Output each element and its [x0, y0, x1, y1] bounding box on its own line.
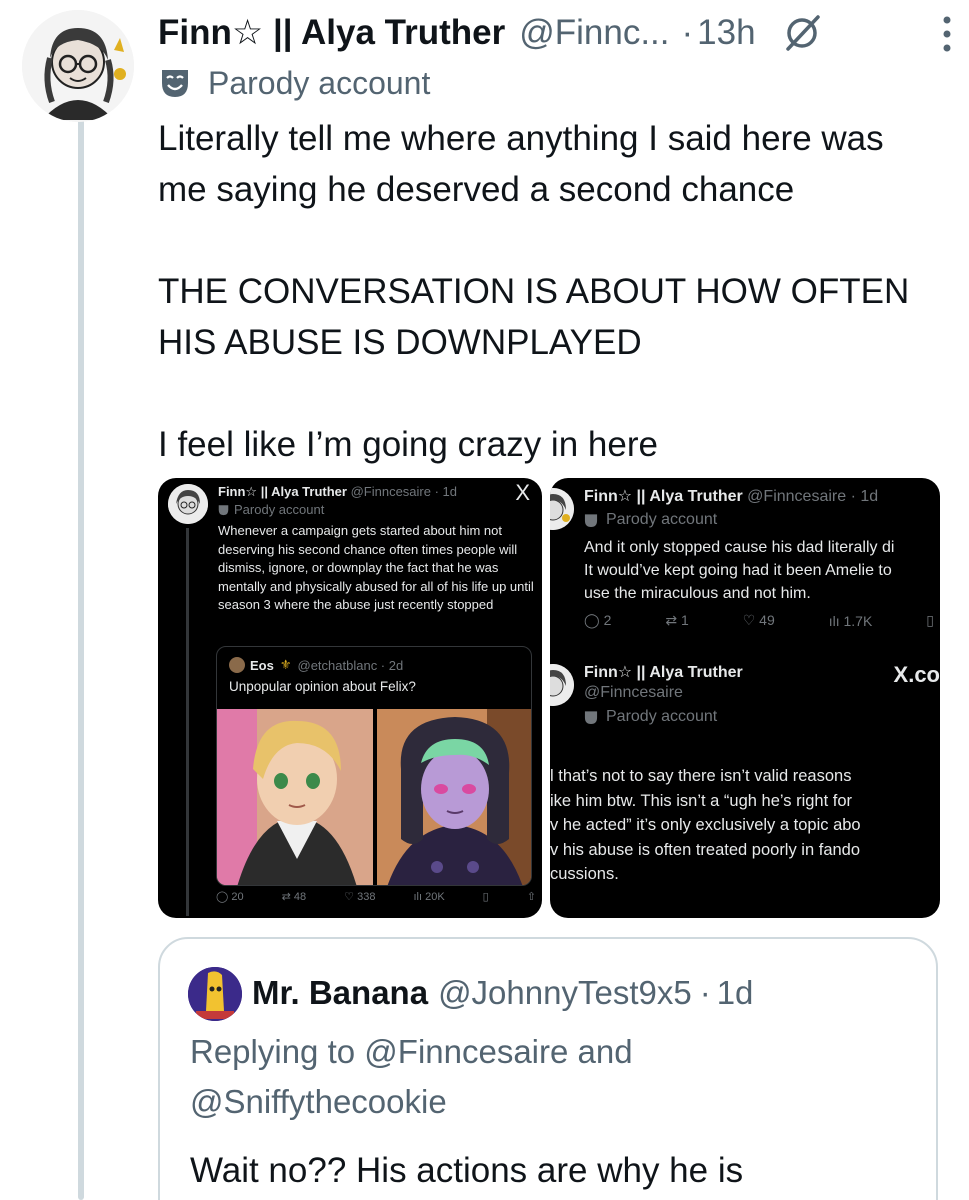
separator-dot: ·	[681, 13, 694, 52]
reply-count: 20	[231, 891, 244, 903]
and-word: and	[577, 1033, 633, 1070]
embedded-avatar	[168, 484, 208, 524]
embedded-parody-icon-2	[584, 710, 598, 724]
embedded-action-bar: ◯ 20 ⇄ 48 ♡ 338 ılı 20K ▯ ⇧	[216, 890, 536, 904]
embedded-quote-card: Eos ⚜ @etchatblanc · 2d Unpopular opinio…	[216, 646, 532, 886]
embedded-parody-icon	[218, 504, 229, 515]
quoted-tweet-card[interactable]: Mr. Banana @JohnnyTest9x5 · 1d Replying …	[158, 937, 938, 1200]
views-count: 20K	[425, 890, 445, 903]
share-icon: ⇧	[526, 891, 536, 903]
reply-icon: ◯	[584, 612, 600, 628]
mention-sniffythecookie[interactable]: @Sniffythecookie	[190, 1083, 447, 1120]
quoted-handle-time: @etchatblanc · 2d	[297, 657, 404, 673]
parody-label-row: Parody account	[160, 62, 430, 104]
repost-count: 48	[293, 891, 307, 903]
parody-mask-icon	[162, 70, 188, 97]
like-count: 338	[357, 891, 376, 903]
avatar[interactable]	[22, 10, 134, 122]
quoted-image-right	[377, 709, 531, 885]
quote-text: Wait no?? His actions are why he is	[190, 1151, 744, 1190]
embedded-handle-time: @Finncesaire · 1d	[747, 488, 879, 505]
fleur-icon: ⚜	[279, 657, 292, 672]
x-logo-icon: X	[515, 480, 530, 505]
quote-avatar	[188, 967, 242, 1021]
mention-finncesaire[interactable]: @Finncesaire	[364, 1033, 568, 1070]
quoted-image-left	[217, 709, 373, 885]
embedded-thread-line	[186, 528, 189, 916]
media-image-left[interactable]: Finn☆ || Alya Truther @Finncesaire · 1d …	[158, 478, 542, 918]
display-name[interactable]: Finn☆ || Alya Truther	[158, 13, 505, 53]
repost-icon: ⇄	[665, 612, 678, 628]
quote-header: Mr. Banana @JohnnyTest9x5 · 1d	[252, 969, 753, 1017]
tweet-text: Literally tell me where anything I said …	[158, 113, 958, 470]
parody-label: Parody account	[208, 64, 431, 101]
quoted-avatar	[229, 657, 245, 673]
tweet-header: Finn☆ || Alya Truther @Finnc... · 13h	[158, 8, 949, 58]
embedded-handle-time: @Finncesaire · 1d	[350, 484, 457, 499]
embedded-parody-label-2: Parody account	[606, 708, 718, 725]
embedded-tweet-text: And it only stopped cause his dad litera…	[584, 539, 895, 602]
replying-prefix: Replying to	[190, 1033, 356, 1070]
embedded-action-bar: ◯ 2 ⇄ 1 ♡ 49 ılı 1.7K ▯	[584, 612, 934, 629]
views-count: 1.7K	[843, 612, 873, 629]
quote-display-name[interactable]: Mr. Banana	[252, 974, 428, 1012]
quote-time: 1d	[716, 974, 754, 1011]
like-icon: ♡	[344, 891, 355, 903]
grok-icon[interactable]	[782, 13, 822, 53]
embedded-parody-label: Parody account	[234, 502, 325, 517]
tweet-paragraph-2: THE CONVERSATION IS ABOUT HOW OFTEN HIS …	[158, 272, 920, 362]
embedded-parody-label: Parody account	[606, 511, 718, 528]
embedded-tweet-text: Whenever a campaign gets started about h…	[218, 523, 534, 612]
more-icon[interactable]	[941, 14, 953, 54]
embedded-tweet-text-2: l that’s not to say there isn’t valid re…	[550, 767, 861, 883]
embedded-avatar	[550, 488, 574, 530]
embedded-display-name-2: Finn☆ || Alya Truther	[584, 664, 743, 681]
bookmark-icon: ▯	[482, 891, 489, 903]
x-watermark: X.co	[893, 662, 940, 687]
bookmark-icon: ▯	[926, 612, 934, 628]
timestamp[interactable]: 13h	[697, 13, 755, 53]
embedded-display-name: Finn☆ || Alya Truther	[584, 488, 743, 505]
embedded-parody-icon	[584, 513, 598, 527]
quoted-text: Unpopular opinion about Felix?	[229, 679, 416, 694]
tweet-paragraph-1: Literally tell me where anything I said …	[158, 119, 894, 209]
quoted-display-name: Eos	[250, 657, 274, 673]
views-icon: ılı	[413, 890, 423, 903]
handle[interactable]: @Finnc...	[519, 13, 669, 53]
like-count: 49	[759, 612, 775, 628]
replying-to: Replying to @Finncesaire and @Sniffythec…	[190, 1027, 890, 1127]
views-icon: ılı	[828, 612, 840, 629]
embedded-display-name: Finn☆ || Alya Truther	[218, 484, 347, 499]
like-icon: ♡	[742, 612, 756, 628]
thread-line	[78, 118, 84, 1200]
repost-count: 1	[680, 612, 689, 628]
media-image-right[interactable]: Finn☆ || Alya Truther @Finncesaire · 1d …	[550, 478, 940, 918]
quote-handle[interactable]: @JohnnyTest9x5	[438, 974, 692, 1012]
reply-icon: ◯	[216, 891, 229, 903]
repost-icon: ⇄	[281, 891, 291, 903]
tweet-paragraph-3: I feel like I’m going crazy in here	[158, 425, 658, 464]
avatar-illustration	[22, 10, 134, 122]
reply-count: 2	[603, 612, 612, 628]
embedded-avatar-2	[550, 664, 574, 706]
quote-separator: ·	[699, 974, 711, 1011]
embedded-handle-2: @Finncesaire	[584, 684, 683, 701]
